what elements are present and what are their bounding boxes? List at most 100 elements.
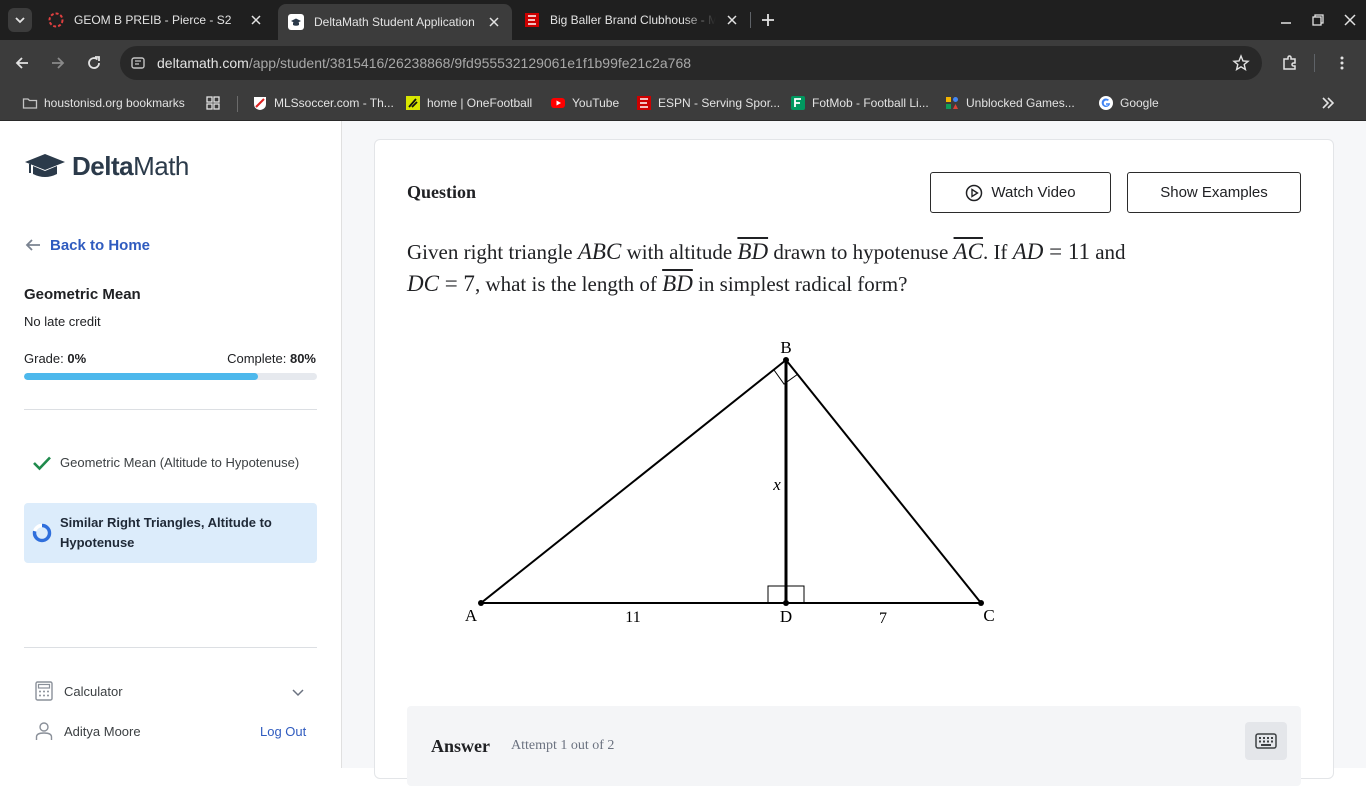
side-bc [785,359,982,604]
main-content: Question Watch Video Show Examples Given… [342,121,1366,786]
espn-favicon-icon [524,12,540,28]
completion-progress-bar [24,373,317,380]
extensions-button[interactable] [1278,51,1302,75]
browser-tab-bigballer[interactable]: Big Baller Brand Clubhouse - M [514,4,750,36]
answer-section: Answer Attempt 1 out of 2 [407,706,1301,786]
play-circle-icon [966,184,983,201]
label-a: A [465,606,478,625]
calculator-icon [35,681,53,701]
keyboard-icon [1255,733,1277,749]
bookmark-onefootball[interactable]: home | OneFootball [405,92,532,114]
apps-grid-icon [205,95,221,111]
tab-title: Big Baller Brand Clubhouse - M [550,13,716,27]
bookmark-espn[interactable]: ESPN - Serving Spor... [636,92,780,114]
question-text: Given right triangle ABC with altitude B… [407,239,1126,296]
tab-separator [750,12,751,28]
games-icon [944,95,960,111]
sidebar-divider [24,647,317,648]
vertex-b [783,357,789,363]
deltamath-logo[interactable]: DeltaMath [24,151,189,182]
bookmark-youtube[interactable]: YouTube [550,92,619,114]
new-tab-button[interactable] [757,8,779,32]
browser-tab-strip: GEOM B PREIB - Pierce - S2 DeltaMath Stu… [0,0,1366,40]
reload-button[interactable] [82,51,106,75]
arrow-right-icon [52,57,65,69]
close-tab-icon[interactable] [248,12,264,28]
skill-item-geometric-mean[interactable]: Geometric Mean (Altitude to Hypotenuse) [24,443,317,483]
sidebar-divider [24,409,317,410]
arrow-left-icon [25,239,40,251]
onefootball-icon [405,95,421,111]
mls-icon [252,95,268,111]
plus-icon [762,14,774,26]
math-keyboard-button[interactable] [1245,722,1287,760]
browser-tab-deltamath[interactable]: DeltaMath Student Application [278,4,512,40]
assignment-title: Geometric Mean [24,286,141,303]
deltamath-favicon-icon [288,14,304,30]
close-tab-icon[interactable] [486,14,502,30]
forward-button[interactable] [46,51,70,75]
bookmark-google[interactable]: Google [1098,92,1159,114]
folder-icon [22,95,38,111]
label-d: D [780,607,792,626]
watch-video-button[interactable]: Watch Video [930,172,1111,213]
side-ab [480,359,787,604]
chevron-down-icon [15,17,25,24]
bookmarks-bar: houstonisd.org bookmarks MLSsoccer.com -… [0,86,1366,121]
complete-readout: Complete: 80% [227,351,316,366]
more-vertical-icon [1340,56,1344,70]
completion-progress-fill [24,373,259,380]
calculator-toggle[interactable]: Calculator [34,681,123,701]
user-icon [35,722,53,740]
bookmark-unblocked-games[interactable]: Unblocked Games... [944,92,1075,114]
vertex-a [478,600,484,606]
back-to-home-link[interactable]: Back to Home [24,236,150,254]
grade-readout: Grade: 0% [24,351,87,366]
minimize-button[interactable] [1274,8,1298,32]
tab-search-button[interactable] [8,8,32,32]
restore-button[interactable] [1306,8,1330,32]
fotmob-icon [790,95,806,111]
label-c: C [983,606,994,625]
google-icon [1098,95,1114,111]
graduation-cap-icon [25,153,65,177]
bookmark-apps[interactable] [205,92,227,114]
bookmark-fotmob[interactable]: FotMob - Football Li... [790,92,929,114]
browser-menu-button[interactable] [1330,51,1354,75]
browser-toolbar: deltamath.com/app/student/3815416/262388… [0,40,1366,86]
tab-title: GEOM B PREIB - Pierce - S2 [74,13,232,27]
tab-title: DeltaMath Student Application [314,15,475,29]
attempt-counter: Attempt 1 out of 2 [511,738,615,753]
url-text: deltamath.com/app/student/3815416/262388… [157,55,692,71]
back-button[interactable] [10,51,34,75]
site-info-icon[interactable] [130,55,146,71]
espn-icon [636,95,652,111]
bookmark-houstonisd[interactable]: houstonisd.org bookmarks [22,92,185,114]
question-card: Question Watch Video Show Examples Given… [374,139,1334,786]
logo-text: DeltaMath [72,151,189,181]
bookmark-mlssoccer[interactable]: MLSsoccer.com - Th... [252,92,394,114]
label-b: B [780,338,791,357]
skill-item-similar-right-triangles[interactable]: Similar Right Triangles, Altitude to Hyp… [24,503,317,563]
browser-tab-geom[interactable]: GEOM B PREIB - Pierce - S2 [38,4,274,36]
restore-icon [1312,14,1324,26]
user-profile: Aditya Moore [34,721,141,741]
close-tab-icon[interactable] [724,12,740,28]
schoology-favicon-icon [48,12,64,28]
sidebar: DeltaMath Back to Home Geometric Mean No… [0,121,342,768]
address-bar[interactable]: deltamath.com/app/student/3815416/262388… [120,46,1262,80]
close-window-button[interactable] [1338,8,1362,32]
late-credit-note: No late credit [24,314,101,329]
checkmark-icon [33,456,51,471]
close-icon [1344,14,1356,26]
minimize-icon [1281,22,1291,24]
bookmark-star-icon[interactable] [1232,54,1250,72]
chevron-down-icon[interactable] [290,684,306,700]
puzzle-icon [1283,55,1296,70]
show-examples-button[interactable]: Show Examples [1127,172,1301,213]
double-chevron-right-icon [1320,95,1336,111]
question-heading: Question [407,182,477,202]
label-ad-length: 11 [625,609,640,626]
bookmarks-overflow-button[interactable] [1320,92,1342,114]
log-out-link[interactable]: Log Out [260,724,306,739]
